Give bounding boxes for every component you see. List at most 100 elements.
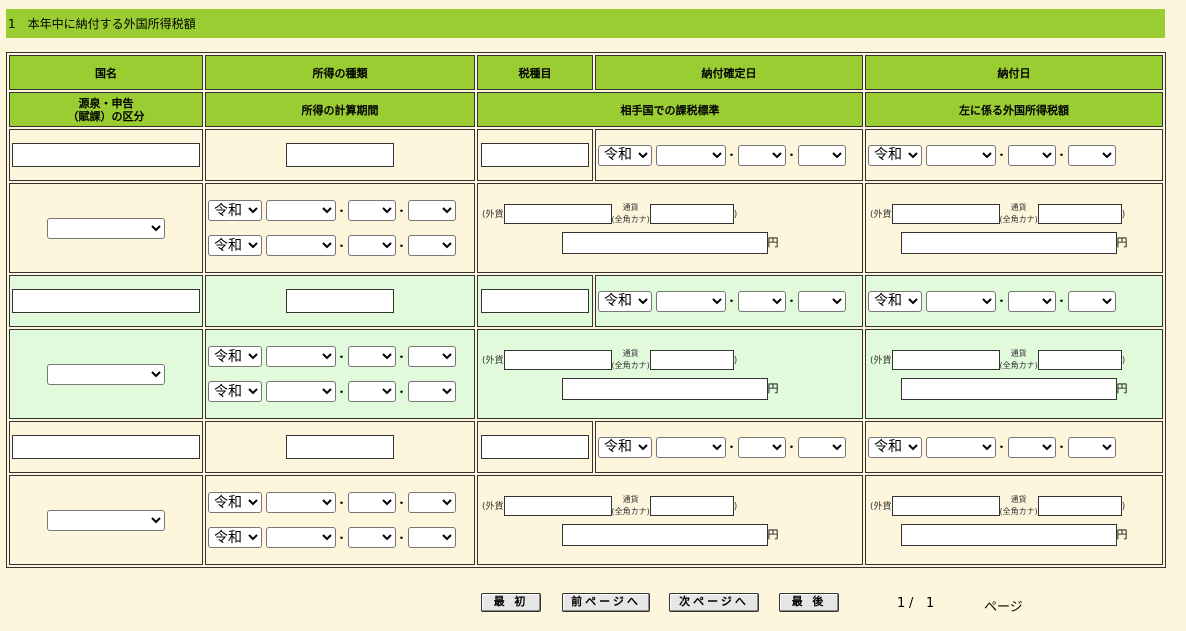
tax-base-yen-amount-input[interactable] bbox=[561, 524, 768, 546]
period-start-era-select[interactable]: 令和 bbox=[208, 200, 262, 221]
payment-fixed-month-select[interactable] bbox=[737, 290, 786, 312]
header-country: 国名 bbox=[9, 55, 203, 90]
period-end-year-select[interactable] bbox=[265, 527, 336, 548]
period-end-era-select[interactable]: 令和 bbox=[208, 527, 262, 548]
country-input[interactable] bbox=[12, 143, 200, 167]
withholding-type-select[interactable] bbox=[47, 217, 165, 239]
page-current: 1 bbox=[897, 596, 906, 611]
foreign-tax-foreign-amount-input[interactable] bbox=[891, 496, 1000, 516]
period-end-day-select[interactable] bbox=[407, 235, 456, 256]
date-separator: ・ bbox=[1055, 294, 1068, 308]
period-start-year-select[interactable] bbox=[265, 492, 336, 513]
payment-year-select[interactable] bbox=[925, 144, 996, 166]
tax-base-foreign-amount-input[interactable] bbox=[503, 496, 612, 516]
payment-month-select[interactable] bbox=[1007, 144, 1056, 166]
payment-era-select[interactable]: 令和 bbox=[868, 436, 922, 458]
period-start-year-select[interactable] bbox=[265, 346, 336, 367]
payment-fixed-year-select[interactable] bbox=[655, 436, 726, 458]
income-type-cell bbox=[205, 421, 475, 473]
income-type-input[interactable] bbox=[286, 435, 394, 459]
foreign-tax-yen-amount-input[interactable] bbox=[900, 378, 1117, 400]
country-input[interactable] bbox=[12, 435, 200, 459]
page-suffix: ページ bbox=[984, 600, 1023, 615]
period-start-day-select[interactable] bbox=[407, 200, 456, 221]
first-page-button[interactable]: 最 初 bbox=[481, 593, 541, 612]
payment-fixed-month-select[interactable] bbox=[737, 436, 786, 458]
tax-base-currency-name-input[interactable] bbox=[649, 204, 734, 224]
prev-page-button[interactable]: 前ページへ bbox=[562, 593, 650, 612]
period-start-era-select[interactable]: 令和 bbox=[208, 346, 262, 367]
payment-fixed-year-select[interactable] bbox=[655, 290, 726, 312]
entry-2-row-top: 令和 ・ ・ 令和 ・ ・ bbox=[9, 275, 1163, 327]
payment-fixed-era-select[interactable]: 令和 bbox=[598, 144, 652, 166]
payment-fixed-year-select[interactable] bbox=[655, 144, 726, 166]
payment-fixed-era-select[interactable]: 令和 bbox=[598, 436, 652, 458]
period-start-month-select[interactable] bbox=[347, 492, 396, 513]
currency-kana-note: (全角カナ) bbox=[999, 507, 1038, 516]
period-end-day-select[interactable] bbox=[407, 527, 456, 548]
tax-base-yen-amount-input[interactable] bbox=[561, 232, 768, 254]
payment-fixed-era-select[interactable]: 令和 bbox=[598, 290, 652, 312]
tax-item-cell bbox=[477, 421, 593, 473]
tax-base-currency-name-input[interactable] bbox=[649, 496, 734, 516]
payment-day-select[interactable] bbox=[1067, 436, 1116, 458]
period-end-month-select[interactable] bbox=[347, 527, 396, 548]
period-start-era-select[interactable]: 令和 bbox=[208, 492, 262, 513]
period-end-year-select[interactable] bbox=[265, 381, 336, 402]
period-end-day-select[interactable] bbox=[407, 381, 456, 402]
tax-base-foreign-amount-input[interactable] bbox=[503, 204, 612, 224]
foreign-tax-yen-amount-input[interactable] bbox=[900, 232, 1117, 254]
date-separator: ・ bbox=[395, 495, 408, 510]
date-separator: ・ bbox=[395, 349, 408, 364]
foreign-tax-currency-name-input[interactable] bbox=[1037, 204, 1122, 224]
tax-base-currency-name-input[interactable] bbox=[649, 350, 734, 370]
period-end-era-select[interactable]: 令和 bbox=[208, 235, 262, 256]
entry-3-row-bottom: 令和 ・・令和 ・・ (外貨 通貨 (全角カナ)) 円 (外貨 通貨 (全角カナ)) 円 bbox=[9, 475, 1163, 565]
payment-fixed-day-select[interactable] bbox=[797, 290, 846, 312]
tax-base-foreign-amount-input[interactable] bbox=[503, 350, 612, 370]
withholding-type-select[interactable] bbox=[47, 509, 165, 531]
period-start-day-select[interactable] bbox=[407, 346, 456, 367]
payment-era-select[interactable]: 令和 bbox=[868, 144, 922, 166]
foreign-tax-amount-cell: (外貨 通貨 (全角カナ)) 円 bbox=[865, 475, 1163, 565]
foreign-tax-foreign-amount-input[interactable] bbox=[891, 350, 1000, 370]
income-type-input[interactable] bbox=[286, 289, 394, 313]
income-type-input[interactable] bbox=[286, 143, 394, 167]
date-separator: ・ bbox=[785, 294, 798, 308]
period-start-month-select[interactable] bbox=[347, 200, 396, 221]
foreign-currency-label: (外貨 bbox=[482, 502, 504, 512]
country-cell bbox=[9, 129, 203, 181]
period-start-year-select[interactable] bbox=[265, 200, 336, 221]
foreign-tax-currency-name-input[interactable] bbox=[1037, 350, 1122, 370]
payment-year-select[interactable] bbox=[925, 436, 996, 458]
tax-base-yen-amount-input[interactable] bbox=[561, 378, 768, 400]
country-input[interactable] bbox=[12, 289, 200, 313]
next-page-button[interactable]: 次ページへ bbox=[669, 593, 759, 612]
period-start-month-select[interactable] bbox=[347, 346, 396, 367]
tax-item-input[interactable] bbox=[481, 143, 589, 167]
payment-era-select[interactable]: 令和 bbox=[868, 290, 922, 312]
period-end-year-select[interactable] bbox=[265, 235, 336, 256]
tax-item-input[interactable] bbox=[481, 289, 589, 313]
withholding-type-select[interactable] bbox=[47, 363, 165, 385]
close-paren: ) bbox=[1121, 356, 1126, 366]
tax-item-cell bbox=[477, 275, 593, 327]
payment-month-select[interactable] bbox=[1007, 290, 1056, 312]
period-end-era-select[interactable]: 令和 bbox=[208, 381, 262, 402]
payment-fixed-month-select[interactable] bbox=[737, 144, 786, 166]
payment-day-select[interactable] bbox=[1067, 290, 1116, 312]
foreign-tax-foreign-amount-input[interactable] bbox=[891, 204, 1000, 224]
payment-day-select[interactable] bbox=[1067, 144, 1116, 166]
payment-month-select[interactable] bbox=[1007, 436, 1056, 458]
tax-item-input[interactable] bbox=[481, 435, 589, 459]
last-page-button[interactable]: 最 後 bbox=[779, 593, 839, 612]
foreign-tax-currency-name-input[interactable] bbox=[1037, 496, 1122, 516]
payment-fixed-day-select[interactable] bbox=[797, 436, 846, 458]
payment-year-select[interactable] bbox=[925, 290, 996, 312]
period-start-day-select[interactable] bbox=[407, 492, 456, 513]
foreign-tax-yen-amount-input[interactable] bbox=[900, 524, 1117, 546]
payment-fixed-day-select[interactable] bbox=[797, 144, 846, 166]
period-end-month-select[interactable] bbox=[347, 381, 396, 402]
period-end-month-select[interactable] bbox=[347, 235, 396, 256]
payment-fixed-date-cell: 令和 ・ ・ bbox=[595, 275, 863, 327]
